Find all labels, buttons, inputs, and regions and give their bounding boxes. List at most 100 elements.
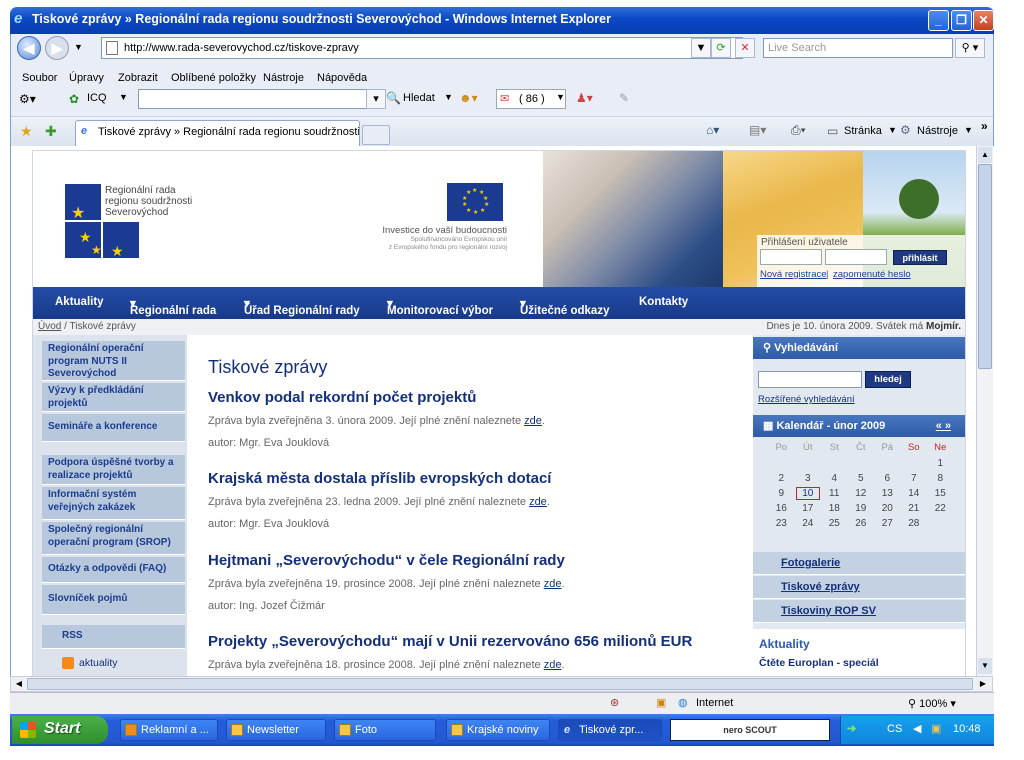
start-button[interactable]: Start <box>12 716 108 744</box>
calendar-day[interactable]: 7 <box>901 471 928 486</box>
login-username-input[interactable] <box>760 249 822 265</box>
stop-icon[interactable]: ✕ <box>735 38 755 58</box>
left-menu-podpora[interactable]: Podpora úspěšné tvorby a realizace proje… <box>42 455 185 485</box>
task-reklamni[interactable]: Reklamní a ... <box>120 719 218 741</box>
tray-arrow-icon[interactable]: ➔ <box>847 722 856 735</box>
back-button[interactable]: ◀ <box>17 36 41 60</box>
zoom-level[interactable]: ⚲ 100% ▾ <box>908 697 956 710</box>
calendar-day[interactable]: 8 <box>927 471 954 486</box>
calendar-day[interactable]: 26 <box>848 516 875 531</box>
tools-menu[interactable]: Nástroje <box>917 125 958 137</box>
article-title[interactable]: Krajská města dostala příslib evropských… <box>208 470 748 487</box>
icq-dropdown-icon[interactable]: ▼ <box>119 92 128 102</box>
refresh-icon[interactable]: ⟳ <box>711 38 731 58</box>
scroll-down-icon[interactable]: ▼ <box>978 658 992 674</box>
page-menu[interactable]: Stránka <box>844 125 882 137</box>
minimize-button[interactable]: _ <box>928 10 949 31</box>
left-menu-slovnicek[interactable]: Slovníček pojmů <box>42 585 185 615</box>
highlighter-icon[interactable]: ✎ <box>619 91 629 105</box>
toolbar-tools-icon[interactable]: ⚙▾ <box>19 92 36 106</box>
nav-urad[interactable]: Úřad Regionální rady ▾ <box>244 296 360 317</box>
calendar-day[interactable]: 4 <box>821 471 848 486</box>
nero-scout-search[interactable]: nero SCOUT <box>670 719 830 741</box>
menu-zobrazit[interactable]: Zobrazit <box>118 72 158 84</box>
find-dropdown-icon[interactable]: ▼ <box>444 92 453 102</box>
nav-uzitecne-odkazy[interactable]: Užitečné odkazy ▾ <box>520 296 609 317</box>
calendar-day[interactable]: 21 <box>901 501 928 516</box>
calendar-day[interactable]: 14 <box>901 486 928 501</box>
forward-button[interactable]: ▶ <box>45 36 69 60</box>
menu-oblibene[interactable]: Oblíbené položky <box>171 72 256 84</box>
scroll-left-icon[interactable]: ◀ <box>12 677 26 691</box>
menu-soubor[interactable]: Soubor <box>22 72 57 84</box>
window-title-bar[interactable]: e Tiskové zprávy » Regionální rada regio… <box>10 7 994 34</box>
find-label[interactable]: Hledat <box>403 92 435 104</box>
history-dropdown-icon[interactable]: ▼ <box>74 42 83 52</box>
calendar-day[interactable]: 22 <box>927 501 954 516</box>
site-search-button[interactable]: hledej <box>865 371 911 388</box>
login-password-input[interactable] <box>825 249 887 265</box>
calendar-day[interactable]: 17 <box>795 501 822 516</box>
left-menu-rop[interactable]: Regionální operační program NUTS II Seve… <box>42 341 185 381</box>
icq-flower-icon[interactable]: ✿ <box>69 92 79 106</box>
calendar-day[interactable]: 24 <box>795 516 822 531</box>
right-link-tiskoviny[interactable]: Tiskoviny ROP SV <box>753 600 965 623</box>
find-icon[interactable]: 🔍 <box>386 91 401 105</box>
calendar-day[interactable]: 9 <box>768 486 795 501</box>
forgot-password-link[interactable]: zapomenuté heslo <box>833 269 911 280</box>
mail-dropdown-icon[interactable]: ▼ <box>556 92 565 102</box>
article-title[interactable]: Projekty „Severovýchodu“ mají v Unii rez… <box>208 633 748 650</box>
add-favorites-icon[interactable]: ✚ <box>45 123 57 140</box>
hscroll-thumb[interactable] <box>27 678 973 690</box>
calendar-day[interactable]: 12 <box>848 486 875 501</box>
calendar-day[interactable]: 25 <box>821 516 848 531</box>
home-icon[interactable]: ⌂▾ <box>706 123 719 137</box>
article-link[interactable]: zde <box>524 415 542 427</box>
breadcrumb-home[interactable]: Úvod <box>38 321 61 332</box>
right-link-tiskove-zpravy[interactable]: Tiskové zprávy <box>753 576 965 599</box>
calendar-nav[interactable]: « » <box>936 415 951 437</box>
menu-upravy[interactable]: Úpravy <box>69 72 104 84</box>
article-link[interactable]: zde <box>544 659 562 671</box>
calendar-day[interactable]: 3 <box>795 471 822 486</box>
task-newsletter[interactable]: Newsletter <box>226 719 326 741</box>
menu-napoveda[interactable]: Nápověda <box>317 72 367 84</box>
rss-aktuality-link[interactable]: aktuality <box>79 657 118 669</box>
calendar-day[interactable]: 11 <box>821 486 848 501</box>
article-link[interactable]: zde <box>544 578 562 590</box>
left-menu-seminare[interactable]: Semináře a konference <box>42 414 185 442</box>
address-bar[interactable]: http://www.rada-severovychod.cz/tiskove-… <box>101 37 743 59</box>
language-indicator[interactable]: CS <box>887 723 902 735</box>
nav-kontakty[interactable]: Kontakty <box>639 296 688 308</box>
task-krajske-noviny[interactable]: Krajské noviny <box>446 719 550 741</box>
calendar-day[interactable]: 10 <box>795 486 822 501</box>
address-dropdown-icon[interactable]: ▼ <box>691 38 711 58</box>
search-go-icon[interactable]: ⚲ ▾ <box>955 38 985 58</box>
horizontal-scrollbar[interactable]: ◀ ▶ <box>10 676 993 692</box>
rss-icon[interactable] <box>62 657 74 669</box>
left-menu-is-zakazek[interactable]: Informační systém veřejných zakázek <box>42 487 185 520</box>
right-link-fotogalerie[interactable]: Fotogalerie <box>753 552 965 575</box>
scroll-right-icon[interactable]: ▶ <box>976 677 990 691</box>
nav-monitorovaci-vybor[interactable]: Monitorovací výbor ▾ <box>387 296 493 317</box>
calendar-day[interactable]: 2 <box>768 471 795 486</box>
tray-expand-icon[interactable]: ◀ <box>913 722 921 735</box>
print-icon[interactable]: ⎙▾ <box>791 123 806 138</box>
article-link[interactable]: zde <box>529 496 547 508</box>
toolbar-overflow-icon[interactable]: » <box>981 119 988 133</box>
calendar-day[interactable]: 16 <box>768 501 795 516</box>
calendar-day[interactable]: 28 <box>901 516 928 531</box>
person-icon[interactable]: ♟▾ <box>576 91 593 105</box>
vertical-scrollbar[interactable]: ▲ ▼ <box>976 146 993 676</box>
nav-regionalni-rada[interactable]: Regionální rada ▾ <box>130 296 216 317</box>
left-menu-faq[interactable]: Otázky a odpovědi (FAQ) <box>42 557 185 583</box>
smiley-icon[interactable]: ☻▾ <box>459 91 478 105</box>
scroll-thumb[interactable] <box>978 164 992 369</box>
maximize-button[interactable]: ❐ <box>951 10 972 31</box>
calendar-day[interactable]: 20 <box>874 501 901 516</box>
left-menu-vyzvy[interactable]: Výzvy k předkládání projektů <box>42 383 185 412</box>
search-input[interactable]: Live Search <box>763 38 953 58</box>
news-item[interactable]: Čtěte Europlan - speciál <box>759 657 879 669</box>
close-button[interactable]: ✕ <box>973 10 994 31</box>
register-link[interactable]: Nová registrace <box>760 269 827 280</box>
